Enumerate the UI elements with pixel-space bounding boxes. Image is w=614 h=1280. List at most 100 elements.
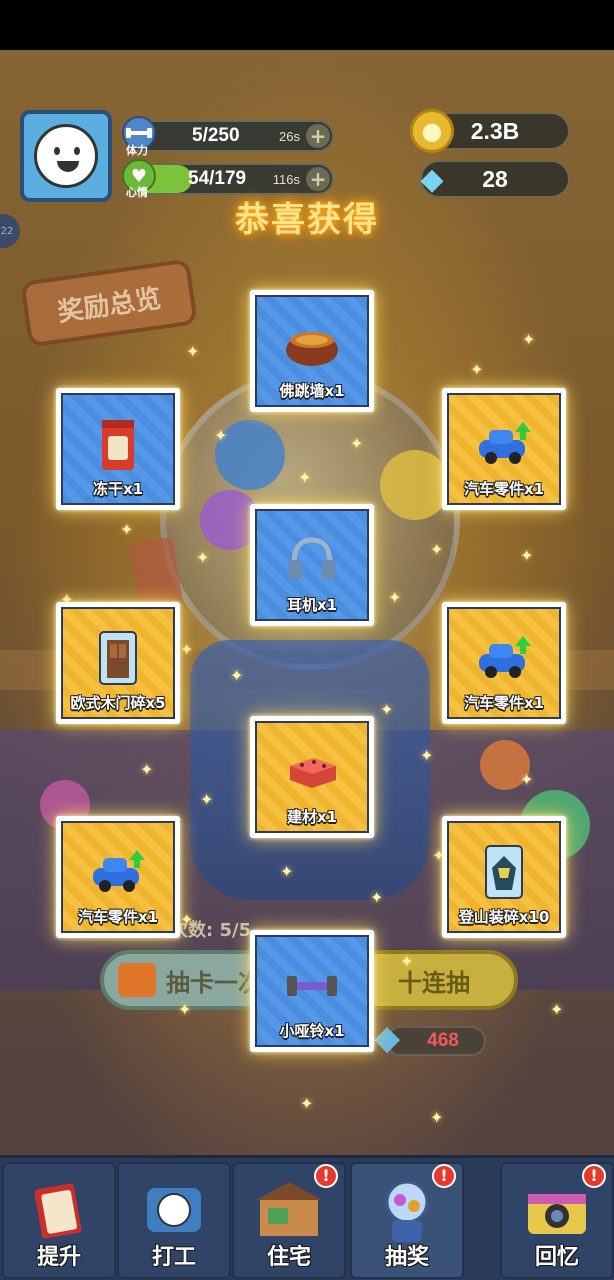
avatar-face-icon xyxy=(34,124,98,188)
reward-card-frame: 汽车零件x1 xyxy=(447,393,561,505)
sparkle-icon: ✦ xyxy=(186,342,200,361)
stamina-bar[interactable]: 5/250 26s + xyxy=(130,120,334,152)
tv-icon xyxy=(118,963,156,997)
sparkle-icon: ✦ xyxy=(520,770,534,789)
stamina-label: 体力 xyxy=(126,144,148,157)
reward-card-frame: 汽车零件x1 xyxy=(61,821,175,933)
mood-timer: 116s xyxy=(272,171,300,187)
reward-card: 冻干x1 xyxy=(56,388,180,510)
stamina-timer: 26s xyxy=(279,128,300,144)
gacha-machine-icon xyxy=(372,1178,442,1244)
sparkle-icon: ✦ xyxy=(120,520,134,539)
reward-label: 佛跳墙x1 xyxy=(279,382,345,400)
sparkle-icon: ✦ xyxy=(370,888,384,907)
reward-label: 欧式木门碎x5 xyxy=(70,694,166,712)
reward-card: 建材x1 xyxy=(250,716,374,838)
nav-label: 抽奖 xyxy=(384,1245,429,1270)
pot-icon xyxy=(280,315,344,377)
nav-item-upgrade[interactable]: 提升 xyxy=(2,1162,116,1279)
nav-label: 回忆 xyxy=(534,1245,579,1270)
sparkle-icon: ✦ xyxy=(196,548,210,567)
nav-item-memory[interactable]: 回忆! xyxy=(500,1162,614,1279)
reward-card-frame: 欧式木门碎x5 xyxy=(61,607,175,719)
reward-card-frame: 小哑铃x1 xyxy=(255,935,369,1047)
reward-label: 耳机x1 xyxy=(286,596,338,614)
reward-label: 冻干x1 xyxy=(92,480,144,498)
sparkle-icon: ✦ xyxy=(400,952,414,971)
climbing-gear-fragment-icon xyxy=(472,841,536,903)
nav-item-gacha[interactable]: 抽奖! xyxy=(350,1162,464,1279)
alert-badge: ! xyxy=(432,1164,456,1188)
coin-icon: ● xyxy=(410,109,454,153)
reward-card: 欧式木门碎x5 xyxy=(56,602,180,724)
sparkle-icon: ✦ xyxy=(380,700,394,719)
door-fragment-icon xyxy=(86,627,150,689)
sparkle-icon: ✦ xyxy=(350,434,364,453)
reward-card: 汽车零件x1 xyxy=(442,388,566,510)
sparkle-icon: ✦ xyxy=(420,746,434,765)
stamina-add-button[interactable]: + xyxy=(306,124,330,148)
player-avatar[interactable] xyxy=(20,110,112,202)
mood-add-button[interactable]: + xyxy=(306,167,330,191)
sparkle-icon: ✦ xyxy=(430,540,444,559)
sparkle-icon: ✦ xyxy=(300,1094,314,1113)
reward-label: 汽车零件x1 xyxy=(463,480,545,498)
alert-badge: ! xyxy=(582,1164,606,1188)
nav-item-home[interactable]: 住宅! xyxy=(232,1162,346,1279)
sparkle-icon: ✦ xyxy=(550,1000,564,1019)
sparkle-icon: ✦ xyxy=(298,468,312,487)
sparkle-icon: ✦ xyxy=(470,360,484,379)
work-tv-icon xyxy=(139,1178,209,1244)
status-bar xyxy=(0,0,614,50)
car-part-icon xyxy=(472,413,536,475)
headphones-icon xyxy=(280,529,344,591)
sparkle-icon: ✦ xyxy=(522,330,536,349)
car-part-icon xyxy=(86,841,150,903)
house-icon xyxy=(254,1178,324,1244)
nav-label: 打工 xyxy=(151,1245,196,1270)
alert-badge: ! xyxy=(314,1164,338,1188)
reward-card: 汽车零件x1 xyxy=(442,602,566,724)
reward-title: 恭喜获得 xyxy=(235,200,379,240)
book-icon xyxy=(24,1178,94,1244)
sparkle-icon: ✦ xyxy=(430,1108,444,1127)
reward-label: 汽车零件x1 xyxy=(463,694,545,712)
reward-card-frame: 佛跳墙x1 xyxy=(255,295,369,407)
reward-card: 耳机x1 xyxy=(250,504,374,626)
mood-value: 54/179 xyxy=(188,168,247,189)
reward-card-frame: 汽车零件x1 xyxy=(447,607,561,719)
mood-bar[interactable]: 54/179 116s + xyxy=(130,163,334,195)
gumball xyxy=(380,450,450,520)
nav-label: 住宅 xyxy=(266,1245,311,1270)
nav-item-work[interactable]: 打工 xyxy=(117,1162,231,1279)
camera-icon xyxy=(522,1178,592,1244)
reward-label: 小哑铃x1 xyxy=(279,1022,345,1040)
brick-icon xyxy=(280,741,344,803)
reward-card-frame: 登山装碎x10 xyxy=(447,821,561,933)
reward-card-frame: 建材x1 xyxy=(255,721,369,833)
bottom-nav: 提升 打工 住宅! 抽奖! 回忆! xyxy=(0,1155,614,1280)
ten-draw-cost: 468 xyxy=(386,1026,486,1056)
sparkle-icon: ✦ xyxy=(388,588,402,607)
draw-ten-button[interactable]: 十连抽 xyxy=(350,950,518,1010)
sparkle-icon: ✦ xyxy=(520,546,534,565)
sparkle-icon: ✦ xyxy=(140,760,154,779)
dumbbell-icon xyxy=(280,955,344,1017)
snack-bag-icon xyxy=(86,413,150,475)
sparkle-icon: ✦ xyxy=(214,426,228,445)
reward-card: 汽车零件x1 xyxy=(56,816,180,938)
sparkle-icon: ✦ xyxy=(178,1000,192,1019)
sparkle-icon: ✦ xyxy=(180,910,194,929)
reward-card-frame: 冻干x1 xyxy=(61,393,175,505)
car-part-icon xyxy=(472,627,536,689)
diamond-icon: ◆ xyxy=(374,1018,401,1058)
sparkle-icon: ✦ xyxy=(280,862,294,881)
stamina-value: 5/250 xyxy=(192,125,240,146)
reward-label: 建材x1 xyxy=(286,808,338,826)
reward-card: 小哑铃x1 xyxy=(250,930,374,1052)
reward-card: 佛跳墙x1 xyxy=(250,290,374,412)
nav-label: 提升 xyxy=(36,1245,81,1270)
reward-card: 登山装碎x10 xyxy=(442,816,566,938)
reward-card-frame: 耳机x1 xyxy=(255,509,369,621)
sparkle-icon: ✦ xyxy=(180,640,194,659)
